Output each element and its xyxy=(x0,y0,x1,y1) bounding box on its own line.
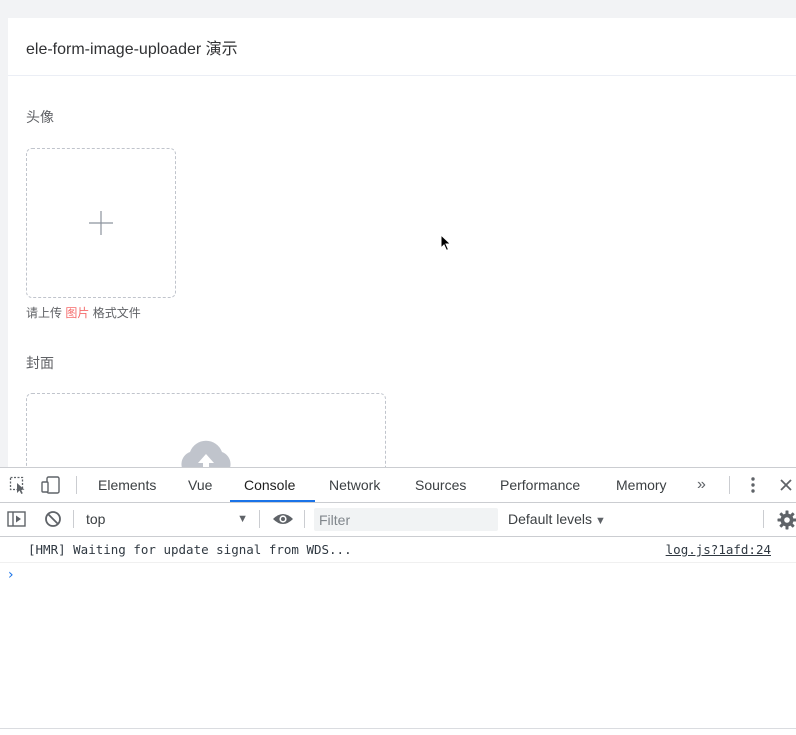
toolbar-divider xyxy=(76,476,77,494)
tip-highlight: 图片 xyxy=(65,306,89,320)
app-page: ele-form-image-uploader 演示 头像 请上传 图片 格式文… xyxy=(8,18,796,467)
toolbar-divider xyxy=(763,510,764,528)
context-selector[interactable]: top ▼ xyxy=(78,508,250,530)
log-levels-value: Default levels xyxy=(508,511,592,527)
cover-label: 封面 xyxy=(26,353,778,373)
inspect-element-icon[interactable] xyxy=(9,476,27,494)
kebab-menu-icon[interactable] xyxy=(746,476,760,494)
toolbar-divider xyxy=(729,476,730,494)
devtools-panel: Elements Vue Console Network Sources Per… xyxy=(0,467,796,735)
mouse-cursor-icon xyxy=(440,234,452,252)
settings-gear-icon[interactable] xyxy=(777,510,796,530)
toolbar-divider xyxy=(73,510,74,528)
upload-tip: 请上传 图片 格式文件 xyxy=(26,304,778,321)
device-toolbar-icon[interactable] xyxy=(41,476,61,494)
page-header: ele-form-image-uploader 演示 xyxy=(8,18,796,76)
tab-performance[interactable]: Performance xyxy=(486,468,594,502)
tab-vue[interactable]: Vue xyxy=(174,468,226,502)
tab-console[interactable]: Console xyxy=(230,468,315,502)
log-source-link[interactable]: log.js?1afd:24 xyxy=(666,542,771,557)
avatar-label: 头像 xyxy=(26,107,778,127)
tab-memory[interactable]: Memory xyxy=(602,468,681,502)
tab-elements[interactable]: Elements xyxy=(84,468,170,502)
avatar-uploader[interactable] xyxy=(26,148,176,298)
prompt-chevron-icon: › xyxy=(8,567,14,583)
upload-cloud-icon xyxy=(176,436,236,467)
page-title: ele-form-image-uploader 演示 xyxy=(26,35,238,59)
dropdown-arrow-icon: ▼ xyxy=(595,515,606,527)
clear-console-icon[interactable] xyxy=(44,510,62,528)
console-toolbar: top ▼ Default levels▼ xyxy=(0,503,796,537)
more-tabs-button[interactable]: » xyxy=(697,468,706,502)
console-log-row: [HMR] Waiting for update signal from WDS… xyxy=(0,537,796,563)
tip-suffix: 格式文件 xyxy=(93,306,141,320)
context-value: top xyxy=(86,511,105,527)
plus-icon xyxy=(88,210,114,236)
toolbar-divider xyxy=(259,510,260,528)
sidebar-toggle-icon[interactable] xyxy=(7,510,27,528)
form-body: 头像 请上传 图片 格式文件 封面 xyxy=(8,107,796,467)
bottom-divider xyxy=(0,728,796,729)
filter-input[interactable] xyxy=(314,508,498,531)
dropdown-arrow-icon: ▼ xyxy=(237,508,248,530)
tab-network[interactable]: Network xyxy=(315,468,394,502)
eye-icon[interactable] xyxy=(272,512,294,526)
devtools-tabbar: Elements Vue Console Network Sources Per… xyxy=(0,468,796,503)
console-prompt[interactable]: › xyxy=(0,563,796,587)
log-levels-dropdown[interactable]: Default levels▼ xyxy=(508,508,606,532)
toolbar-divider xyxy=(304,510,305,528)
tip-prefix: 请上传 xyxy=(26,306,62,320)
log-message: [HMR] Waiting for update signal from WDS… xyxy=(28,542,352,557)
cover-uploader[interactable] xyxy=(26,393,386,467)
tab-sources[interactable]: Sources xyxy=(401,468,480,502)
close-icon[interactable] xyxy=(779,478,793,492)
